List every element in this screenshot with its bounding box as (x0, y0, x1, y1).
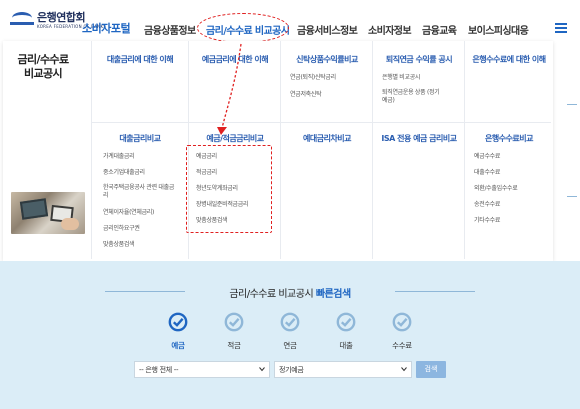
check-circle-icon (224, 312, 244, 332)
loan-deposit-spread-link[interactable]: 예대금리차비교 (285, 134, 369, 144)
bank-fee-guide-link[interactable]: 은행수수료에 대한 이해 (469, 55, 549, 65)
product-select-value: 정기예금 (279, 366, 304, 374)
bank-fee-comparison-link[interactable]: 은행수수료비교 (469, 134, 549, 144)
quick-search-title-main: 금리/수수료 비교공시 (229, 289, 314, 300)
column-divider (91, 41, 92, 259)
check-circle-icon (280, 312, 300, 332)
menu-link[interactable]: 중소기업대출금리 (103, 169, 145, 177)
column-divider (280, 41, 281, 259)
pension-yield-disclosure-link[interactable]: 퇴직연금 수익률 공시 (377, 55, 461, 65)
mega-menu-title: 금리/수수료 비교공시 (17, 53, 69, 80)
check-circle-icon (392, 312, 412, 332)
hamburger-menu-icon[interactable] (555, 23, 567, 33)
column-divider (372, 41, 373, 259)
nav-voice-phishing[interactable]: 보이스피싱대응 (468, 22, 529, 37)
menu-link[interactable]: 퇴직연금운용 상품 (정기예금) (382, 89, 444, 105)
deposit-rate-comparison-link[interactable]: 예금/적금금리비교 (193, 134, 277, 144)
menu-link[interactable]: 은행별 비교공시 (382, 74, 420, 82)
menu-link[interactable]: 예금수수료 (474, 153, 500, 161)
menu-link[interactable]: 외환/수출입수수료 (474, 185, 518, 193)
site-header: 은행연합회 KOREA FEDERATION OF BANKS 소비자포털 금융… (0, 0, 580, 43)
quick-option-loan[interactable]: 대출 (326, 312, 366, 351)
menu-link[interactable]: 연금저축신탁 (290, 91, 322, 99)
menu-link[interactable]: 대출수수료 (474, 169, 500, 177)
quick-option-label: 예금 (171, 341, 185, 350)
menu-link[interactable]: 연금(퇴직)신탁금리 (290, 74, 336, 82)
menu-link[interactable]: 한국주택금융공사 관련 대출금리 (103, 184, 179, 200)
trust-yield-comparison-link[interactable]: 신탁상품수익률비교 (285, 55, 369, 65)
menu-link[interactable]: 기타수수료 (474, 217, 500, 225)
quick-option-label: 수수료 (392, 341, 412, 350)
nav-financial-services[interactable]: 금융서비스정보 (297, 22, 358, 37)
loan-rate-comparison-link[interactable]: 대출금리비교 (97, 134, 183, 144)
menu-link[interactable]: 연체이자율(연체금리) (103, 209, 154, 217)
quick-option-savings[interactable]: 적금 (214, 312, 254, 351)
isa-deposit-rate-link[interactable]: ISA 전용 예금 금리비교 (377, 134, 461, 144)
menu-link[interactable]: 송전수수료 (474, 201, 500, 209)
quick-option-label: 적금 (227, 341, 241, 350)
nav-financial-products[interactable]: 금융상품정보 (144, 22, 196, 37)
quick-option-deposit[interactable]: 예금 (158, 312, 198, 351)
deposit-items-highlight-box (186, 145, 272, 233)
bank-select[interactable]: -- 은행 전체 -- (134, 361, 270, 378)
quick-option-fee[interactable]: 수수료 (382, 312, 422, 351)
check-circle-icon (336, 312, 356, 332)
nav-highlight-ellipse (197, 13, 289, 43)
deposit-rate-guide-link[interactable]: 예금금리에 대한 이해 (193, 55, 277, 65)
product-select[interactable]: 정기예금 (274, 361, 412, 378)
quick-search-title: 금리/수수료 비교공시 빠른검색 (0, 285, 580, 300)
quick-option-pension[interactable]: 연금 (270, 312, 310, 351)
column-divider (464, 41, 465, 259)
row-divider (91, 122, 551, 123)
tablet-photo (11, 192, 85, 234)
loan-rate-guide-link[interactable]: 대출금리에 대한 이해 (97, 55, 183, 65)
quick-option-label: 대출 (339, 341, 353, 350)
mega-menu-panel: 금리/수수료 비교공시 대출금리에 대한 이해 예금금리에 대한 이해 신탁상품… (3, 41, 553, 261)
nav-consumer-info[interactable]: 소비자정보 (368, 22, 412, 37)
quick-search-title-bold: 빠른검색 (315, 289, 351, 300)
menu-link[interactable]: 가계대출금리 (103, 153, 135, 161)
chevron-down-icon (259, 367, 265, 372)
kfb-logo-icon (10, 10, 34, 30)
chevron-down-icon (401, 367, 407, 372)
menu-link[interactable]: 맞춤상품검색 (103, 241, 135, 249)
bank-select-value: -- 은행 전체 -- (139, 366, 179, 374)
nav-financial-education[interactable]: 금융교육 (422, 22, 457, 37)
consumer-portal-title[interactable]: 소비자포털 (82, 20, 131, 36)
side-divider (567, 104, 577, 105)
side-divider (567, 196, 577, 197)
search-button[interactable]: 검색 (416, 361, 446, 378)
check-circle-icon (168, 312, 188, 332)
menu-link[interactable]: 금리인하요구권 (103, 225, 140, 233)
quick-option-label: 연금 (283, 341, 297, 350)
